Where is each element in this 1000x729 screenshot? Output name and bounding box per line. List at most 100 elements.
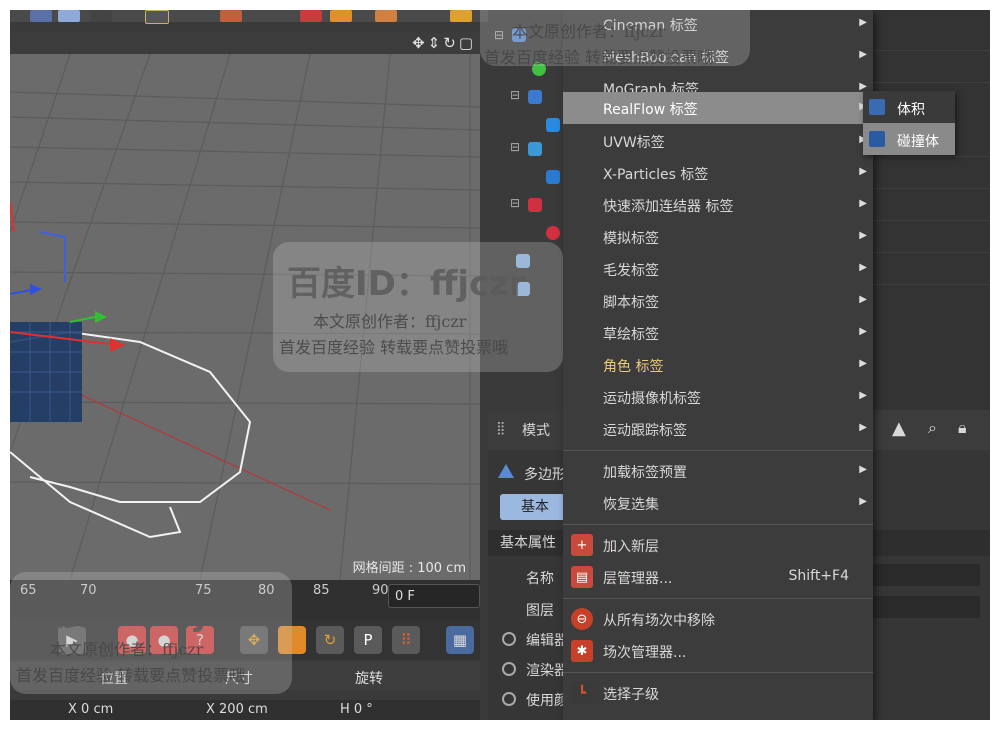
toolbar-button[interactable]	[450, 10, 472, 22]
ruler-number: 65	[20, 583, 37, 598]
toolbar-button[interactable]	[330, 10, 352, 22]
play-icon[interactable]: ▶	[58, 626, 86, 654]
menu-item-cineman-tags[interactable]: Cineman 标签 ▶	[563, 10, 873, 40]
submenu-arrow-icon: ▶	[859, 326, 867, 337]
toolbar-button[interactable]	[375, 10, 397, 22]
tree-line: ⊟	[510, 88, 521, 102]
field-name-label: 名称	[526, 571, 554, 587]
volume-icon	[869, 99, 885, 115]
toolbar-button[interactable]	[30, 10, 52, 22]
remove-take-icon: ⊖	[571, 608, 593, 630]
menu-item-load-tag-preset[interactable]: 加载标签预置 ▶	[563, 455, 873, 487]
coordinates-row: X 0 cm X 200 cm H 0 °	[10, 700, 480, 720]
fluid-object-icon[interactable]	[546, 118, 560, 132]
menu-item-realflow-tags[interactable]: RealFlow 标签▶	[563, 92, 873, 124]
menu-item-layer-manager[interactable]: ▤ 层管理器... Shift+F4	[563, 561, 873, 593]
menu-item-hair-tags[interactable]: 毛发标签 ▶	[563, 253, 873, 285]
scene-object-icon[interactable]	[512, 28, 526, 42]
menu-item-xparticles-tags[interactable]: X-Particles 标签 ▶	[563, 157, 873, 189]
realflow-submenu: 体积 碰撞体	[863, 91, 955, 155]
grid-spacing-label: 网格间距 : 100 cm	[352, 561, 466, 576]
position-header: 位置	[100, 671, 128, 687]
menu-item-character-tags[interactable]: 角色 标签 ▶	[563, 349, 873, 381]
ruler-number: 70	[80, 583, 97, 598]
object-manager[interactable]: ⊟ ⊟ ⊟ ⊟	[488, 10, 570, 410]
wave-object-icon[interactable]	[546, 170, 560, 184]
use-color-radio[interactable]	[502, 692, 516, 706]
toolbar-button[interactable]	[90, 10, 112, 22]
polygon-object-icon[interactable]	[516, 282, 530, 296]
toolbar-button[interactable]	[220, 10, 242, 22]
x-position-field[interactable]: X 0 cm	[68, 702, 113, 717]
submenu-arrow-icon: ▶	[859, 464, 867, 475]
3d-viewport[interactable]: ✥⇕↻▢ 网格间距: 100 cm	[10, 32, 480, 580]
menu-item-take-manager[interactable]: ✱ 场次管理器...	[563, 635, 873, 667]
sphere-object-icon[interactable]	[532, 62, 546, 76]
tab-basic[interactable]: 基本	[500, 494, 570, 520]
ruler-number: 75	[195, 583, 212, 598]
field-use-color-label: 使用颜	[526, 693, 568, 709]
lock-icon[interactable]: 🔒︎	[958, 418, 967, 438]
tree-line: ⊟	[494, 28, 505, 42]
rotation-header: 旋转	[355, 671, 383, 687]
menu-item-motion-camera-tags[interactable]: 运动摄像机标签 ▶	[563, 381, 873, 413]
menu-item-simulation-tags[interactable]: 模拟标签 ▶	[563, 221, 873, 253]
rotate-key-icon[interactable]: ↻	[316, 626, 344, 654]
ruler-number: 85	[313, 583, 330, 598]
cube-object-icon[interactable]	[516, 254, 530, 268]
fan-object-icon[interactable]	[528, 198, 542, 212]
editor-radio[interactable]	[502, 632, 516, 646]
layer-input[interactable]	[868, 596, 980, 618]
collider-icon	[869, 131, 885, 147]
move-key-icon[interactable]: ✥	[240, 626, 268, 654]
submenu-item-volume[interactable]: 体积	[863, 91, 955, 123]
submenu-arrow-icon: ▶	[859, 262, 867, 273]
mode-menu[interactable]: 模式	[522, 420, 550, 440]
renderer-radio[interactable]	[502, 662, 516, 676]
pla-key-icon[interactable]: ⠿	[392, 626, 420, 654]
menu-item-restore-selection[interactable]: 恢复选集 ▶	[563, 487, 873, 519]
record-key-icon[interactable]: ●	[118, 626, 146, 654]
menu-item-quick-connector-tags[interactable]: 快速添加连结器 标签 ▶	[563, 189, 873, 221]
film-strip-icon[interactable]: ▦	[446, 626, 474, 654]
h-rotation-field[interactable]: H 0 °	[340, 702, 373, 717]
daemon-object-icon[interactable]	[528, 142, 542, 156]
menu-item-select-children[interactable]: ┗ 选择子级	[563, 677, 873, 709]
submenu-item-collider[interactable]: 碰撞体	[863, 123, 955, 155]
grip-icon: ⣿	[496, 421, 506, 436]
record-key-icon[interactable]: ●	[150, 626, 178, 654]
pin-object-icon[interactable]	[546, 226, 560, 240]
current-frame-field[interactable]: 0 F	[388, 584, 480, 608]
search-icon[interactable]: ⌕	[928, 418, 937, 438]
toolbar-button[interactable]	[145, 10, 169, 24]
layer-manager-shortcut: Shift+F4	[788, 568, 849, 584]
param-key-icon[interactable]: P	[354, 626, 382, 654]
menu-item-remove-from-all-takes[interactable]: ⊖ 从所有场次中移除	[563, 603, 873, 635]
timeline-ruler[interactable]: 65 70 75 80 85 90	[20, 580, 390, 608]
menu-separator	[563, 450, 873, 451]
select-children-icon: ┗	[571, 682, 593, 704]
cursor-icon[interactable]: ▲	[892, 418, 906, 439]
submenu-arrow-icon: ▶	[859, 17, 867, 28]
menu-separator	[563, 672, 873, 673]
scale-key-icon[interactable]	[278, 626, 306, 654]
menu-item-add-new-layer[interactable]: + 加入新层	[563, 529, 873, 561]
menu-item-meshboolean-tags[interactable]: MeshBoolean 标签 ▶	[563, 40, 873, 72]
field-editor-label: 编辑器	[526, 633, 568, 649]
tree-line: ⊟	[510, 196, 521, 210]
toolbar-button[interactable]	[58, 10, 80, 22]
take-manager-icon: ✱	[571, 640, 593, 662]
timeline[interactable]: 65 70 75 80 85 90 0 F	[10, 580, 480, 620]
submenu-arrow-icon: ▶	[859, 230, 867, 241]
menu-item-sketch-tags[interactable]: 草绘标签 ▶	[563, 317, 873, 349]
toolbar-button[interactable]	[300, 10, 322, 22]
menu-item-uvw-tags[interactable]: UVW标签▶	[563, 125, 873, 157]
name-input[interactable]	[868, 564, 980, 586]
keyframe-help-icon[interactable]: ?	[186, 626, 214, 654]
emitter-object-icon[interactable]	[528, 90, 542, 104]
x-size-field[interactable]: X 200 cm	[206, 702, 268, 717]
submenu-arrow-icon: ▶	[859, 166, 867, 177]
menu-item-motion-tracking-tags[interactable]: 运动跟踪标签 ▶	[563, 413, 873, 445]
coordinates-header: 位置 尺寸 旋转	[10, 662, 480, 690]
menu-item-script-tags[interactable]: 脚本标签 ▶	[563, 285, 873, 317]
